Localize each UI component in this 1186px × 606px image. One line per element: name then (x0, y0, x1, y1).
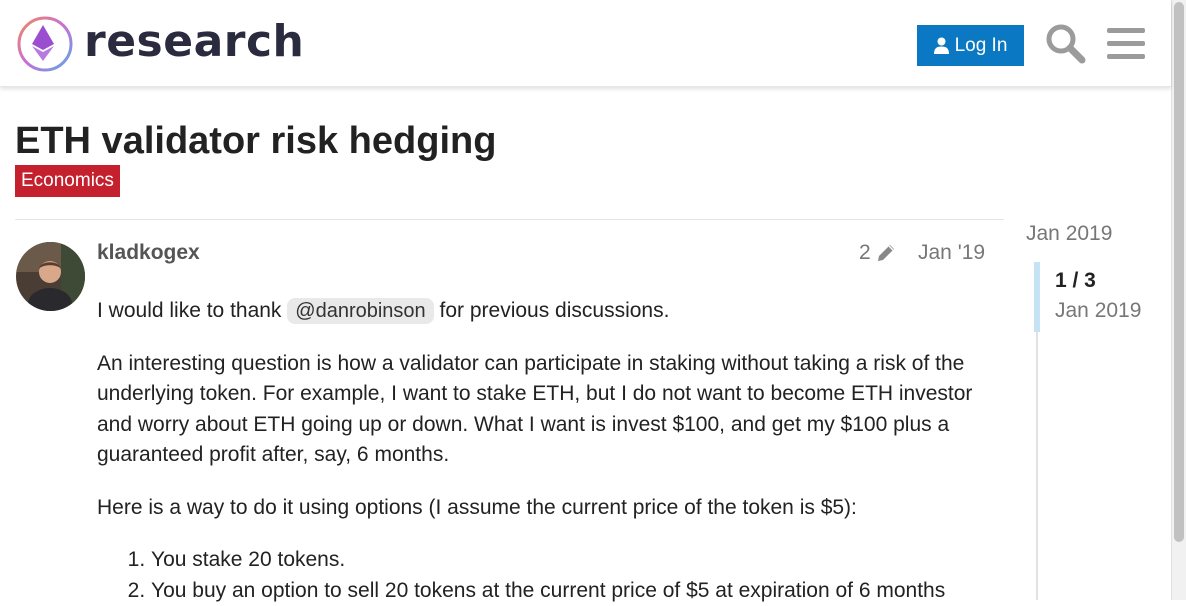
title-divider (15, 219, 1004, 220)
category-badge[interactable]: Economics (15, 165, 120, 197)
post-paragraph: Here is a way to do it using options (I … (97, 493, 987, 524)
search-icon[interactable] (1044, 22, 1086, 64)
hamburger-menu-icon[interactable] (1107, 26, 1145, 62)
list-item: You stake 20 tokens. (151, 545, 987, 576)
timeline-post-count: 1 / 3 (1055, 268, 1096, 294)
pencil-icon (875, 242, 897, 264)
steps-list: You stake 20 tokens. You buy an option t… (97, 545, 987, 606)
edit-history[interactable]: 2 (859, 240, 897, 266)
edit-count: 2 (859, 240, 871, 266)
timeline-handle[interactable] (1034, 262, 1040, 332)
timeline-current-date: Jan 2019 (1055, 298, 1141, 324)
page-scrollbar[interactable] (1171, 0, 1186, 600)
post-body: I would like to thank @danrobinson for p… (97, 296, 987, 606)
user-icon (934, 37, 949, 54)
post-paragraph: An interesting question is how a validat… (97, 349, 987, 471)
post-date[interactable]: Jan '19 (918, 240, 985, 266)
post-username[interactable]: kladkogex (97, 240, 200, 266)
login-button[interactable]: Log In (917, 25, 1024, 66)
scrollbar-thumb[interactable] (1174, 2, 1184, 542)
site-name[interactable]: research (84, 14, 304, 70)
para1-end: for previous discussions. (434, 299, 670, 322)
user-mention[interactable]: @danrobinson (287, 298, 433, 324)
ethereum-research-logo[interactable] (16, 15, 74, 73)
login-label: Log In (955, 35, 1008, 57)
user-avatar[interactable] (16, 242, 85, 311)
post-paragraph: I would like to thank @danrobinson for p… (97, 296, 987, 327)
topic-title[interactable]: ETH validator risk hedging (15, 118, 496, 164)
list-item: You buy an option to sell 20 tokens at t… (151, 576, 987, 606)
para1-start: I would like to thank (97, 299, 287, 322)
timeline-start-date[interactable]: Jan 2019 (1026, 221, 1112, 247)
site-header: research Log In (0, 0, 1171, 87)
